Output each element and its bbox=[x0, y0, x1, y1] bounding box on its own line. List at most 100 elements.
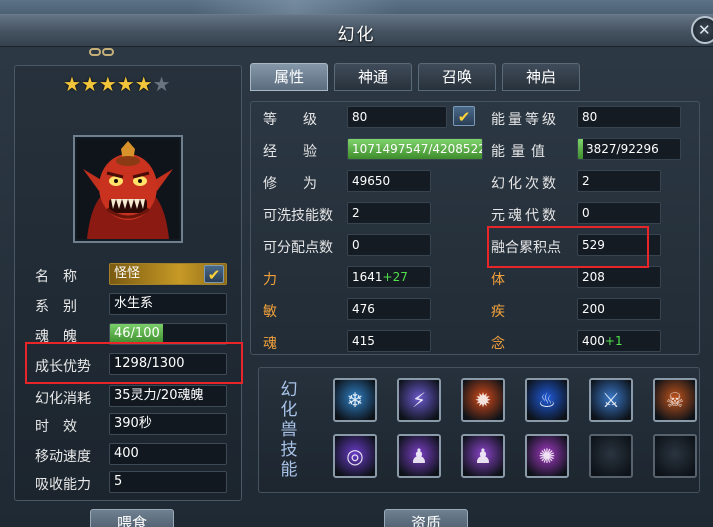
mind-bonus: +1 bbox=[604, 334, 623, 348]
blue-flame-icon: ♨ bbox=[538, 388, 556, 412]
transform-count-label: 幻化次数 bbox=[491, 176, 559, 192]
purple-shield-swirl-icon: ◎ bbox=[346, 444, 364, 468]
skill-8[interactable]: ♟ bbox=[397, 434, 441, 478]
level-value: 80 bbox=[347, 106, 447, 128]
star-rating: ★★★★★★ bbox=[63, 72, 171, 96]
speed-attr-value: 200 bbox=[577, 298, 661, 320]
purple-shield-spiral-icon: ✺ bbox=[538, 444, 556, 468]
tab-magic[interactable]: 神通 bbox=[334, 63, 412, 91]
transform-window: 幻化 ✕ ★★★★★★ 名称 怪怪 ✔ 系别 水生系 魂魄 46/100 成长优… bbox=[0, 14, 713, 527]
mind-value-box: 400+1 bbox=[577, 330, 661, 352]
skill-2[interactable]: ⚡ bbox=[397, 378, 441, 422]
demon-icon: ☠ bbox=[666, 388, 684, 412]
purple-shield-figure-icon: ♟ bbox=[410, 444, 428, 468]
cultivation-value: 49650 bbox=[347, 170, 431, 192]
soul-gen-label: 元魂代数 bbox=[491, 208, 559, 224]
name-value: 怪怪 bbox=[114, 266, 141, 281]
close-icon[interactable]: ✕ bbox=[691, 16, 713, 44]
series-value: 水生系 bbox=[109, 293, 227, 315]
tab-revelation[interactable]: 神启 bbox=[502, 63, 580, 91]
level-label: 等级 bbox=[263, 112, 343, 128]
chain-link-icon bbox=[89, 45, 117, 56]
empty-slot-icon bbox=[591, 436, 631, 476]
aptitude-button[interactable]: 资质 bbox=[384, 509, 468, 527]
title-bar[interactable]: 幻化 ✕ bbox=[0, 15, 713, 47]
demon-portrait-icon bbox=[77, 139, 179, 239]
speed-value: 400 bbox=[109, 443, 227, 465]
agility-label: 敏 bbox=[263, 304, 277, 320]
speed-label: 移动速度 bbox=[35, 449, 91, 465]
points-value: 0 bbox=[347, 234, 431, 256]
absorb-row: 吸收能力 5 bbox=[21, 470, 237, 496]
name-label: 名称 bbox=[35, 269, 91, 285]
skill-7[interactable]: ◎ bbox=[333, 434, 377, 478]
growth-highlight-box bbox=[25, 342, 243, 384]
star-filled-icon: ★★★★★ bbox=[63, 72, 153, 96]
skills-title: 幻化兽技能 bbox=[280, 380, 298, 480]
absorb-label: 吸收能力 bbox=[35, 477, 91, 493]
skill-4[interactable]: ♨ bbox=[525, 378, 569, 422]
tab-summon[interactable]: 召唤 bbox=[418, 63, 496, 91]
duration-label: 时效 bbox=[35, 419, 91, 435]
energy-value: 3827/92296 bbox=[586, 142, 659, 156]
empty-slot-icon bbox=[655, 436, 695, 476]
energy-label: 能量值 bbox=[491, 144, 551, 160]
strength-value-box: 1641+27 bbox=[347, 266, 431, 288]
pet-info-panel: ★★★★★★ 名称 怪怪 ✔ 系别 水生系 魂魄 46/100 成长优势 129… bbox=[14, 65, 243, 501]
cost-row: 幻化消耗 35灵力/20魂魄 bbox=[21, 384, 237, 410]
mind-value: 400 bbox=[582, 334, 605, 348]
level-check-icon[interactable]: ✔ bbox=[453, 106, 475, 126]
cultivation-stat: 修为 49650 bbox=[251, 170, 481, 194]
rename-check-icon[interactable]: ✔ bbox=[204, 265, 224, 284]
speed-attr-label: 疾 bbox=[491, 304, 505, 320]
ice-figure-icon: ❄ bbox=[346, 388, 364, 412]
energy-bar: 3827/92296 bbox=[577, 138, 681, 160]
constitution-stat: 体 208 bbox=[483, 266, 697, 290]
cost-value: 35灵力/20魂魄 bbox=[109, 385, 227, 407]
wash-stat: 可洗技能数 2 bbox=[251, 202, 481, 226]
skill-1[interactable]: ❄ bbox=[333, 378, 377, 422]
duration-value: 390秒 bbox=[109, 413, 227, 435]
speed-row: 移动速度 400 bbox=[21, 442, 237, 468]
skill-5[interactable]: ⚔ bbox=[589, 378, 633, 422]
exp-value: 1071497547/420852288 bbox=[352, 142, 482, 156]
soul-attr-label: 魂 bbox=[263, 336, 277, 352]
skill-12[interactable] bbox=[653, 434, 697, 478]
cultivation-label: 修为 bbox=[263, 176, 343, 192]
absorb-value: 5 bbox=[109, 471, 227, 493]
soul-attr-value: 415 bbox=[347, 330, 431, 352]
attributes-panel: 等级 80 ✔ 能量等级 80 经验 1071497547/420852288 … bbox=[250, 101, 700, 355]
energy-level-stat: 能量等级 80 bbox=[483, 106, 697, 130]
skill-9[interactable]: ♟ bbox=[461, 434, 505, 478]
tab-attributes[interactable]: 属性 bbox=[250, 63, 328, 91]
name-field[interactable]: 怪怪 ✔ bbox=[109, 263, 227, 285]
agility-value: 476 bbox=[347, 298, 431, 320]
energy-stat: 能量值 3827/92296 bbox=[483, 138, 697, 162]
exp-stat: 经验 1071497547/420852288 bbox=[251, 138, 483, 162]
feed-button[interactable]: 喂食 bbox=[90, 509, 174, 527]
strength-label: 力 bbox=[263, 272, 277, 288]
soul-value: 46/100 bbox=[114, 326, 160, 341]
strength-bonus: +27 bbox=[382, 270, 408, 284]
skill-10[interactable]: ✺ bbox=[525, 434, 569, 478]
skill-11[interactable] bbox=[589, 434, 633, 478]
skill-6[interactable]: ☠ bbox=[653, 378, 697, 422]
constitution-value: 208 bbox=[577, 266, 661, 288]
soul-attr-stat: 魂 415 bbox=[251, 330, 481, 354]
exp-label: 经验 bbox=[263, 144, 343, 160]
strength-value: 1641 bbox=[352, 270, 383, 284]
purple-shield-figure-icon: ♟ bbox=[474, 444, 492, 468]
duration-row: 时效 390秒 bbox=[21, 412, 237, 438]
speed-attr-stat: 疾 200 bbox=[483, 298, 697, 322]
pet-portrait bbox=[73, 135, 183, 243]
star-empty-icon: ★ bbox=[152, 72, 171, 96]
energy-level-value: 80 bbox=[577, 106, 681, 128]
name-row: 名称 怪怪 ✔ bbox=[21, 262, 237, 288]
soul-gen-stat: 元魂代数 0 bbox=[483, 202, 697, 226]
fusion-highlight-box bbox=[487, 226, 649, 268]
agility-stat: 敏 476 bbox=[251, 298, 481, 322]
wash-value: 2 bbox=[347, 202, 431, 224]
cost-label: 幻化消耗 bbox=[35, 391, 91, 407]
skill-3[interactable]: ✹ bbox=[461, 378, 505, 422]
exp-bar: 1071497547/420852288 bbox=[347, 138, 483, 160]
